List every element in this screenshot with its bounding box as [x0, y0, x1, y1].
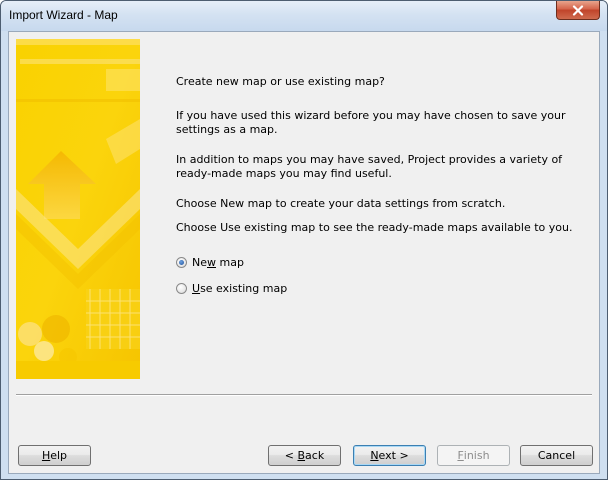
wizard-text-saved-maps: If you have used this wizard before you …	[176, 109, 566, 136]
help-button[interactable]: Help	[18, 445, 91, 466]
wizard-text-ready-made: In addition to maps you may have saved, …	[176, 153, 563, 180]
wizard-client-area: Create new map or use existing map? If y…	[8, 31, 600, 474]
wizard-text-new-map: Choose New map to create your data setti…	[176, 197, 506, 210]
title-bar[interactable]: Import Wizard - Map	[1, 1, 607, 31]
close-icon	[572, 4, 584, 16]
cancel-button[interactable]: Cancel	[520, 445, 593, 466]
radio-use-existing-map[interactable]: Use existing map	[176, 282, 287, 295]
radio-use-existing-label: Use existing map	[192, 282, 288, 295]
wizard-banner-image	[16, 39, 140, 379]
radio-use-existing-circle[interactable]	[176, 283, 187, 294]
wizard-text-existing-map: Choose Use existing map to see the ready…	[176, 221, 573, 234]
finish-button: Finish	[437, 445, 510, 466]
radio-new-map[interactable]: New map	[176, 256, 244, 269]
radio-new-map-label: New map	[192, 256, 244, 269]
radio-new-map-circle[interactable]	[176, 257, 187, 268]
import-wizard-window: Import Wizard - Map Create new map or us…	[0, 0, 608, 480]
radio-selected-dot	[179, 260, 184, 265]
close-button[interactable]	[556, 1, 600, 20]
window-title: Import Wizard - Map	[9, 8, 118, 22]
next-button[interactable]: Next >	[353, 445, 426, 466]
button-separator	[16, 394, 592, 396]
back-button[interactable]: < Back	[268, 445, 341, 466]
wizard-heading: Create new map or use existing map?	[176, 75, 385, 88]
